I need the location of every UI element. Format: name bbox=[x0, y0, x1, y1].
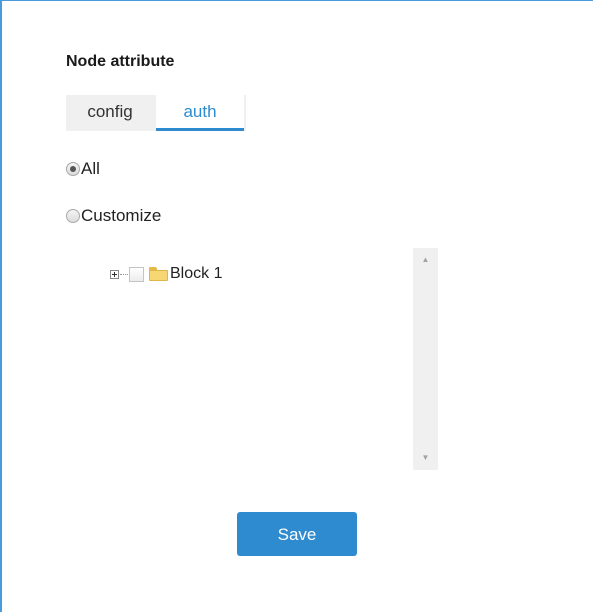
radio-customize[interactable]: Customize bbox=[66, 206, 161, 226]
radio-all[interactable]: All bbox=[66, 159, 100, 179]
panel-title: Node attribute bbox=[66, 53, 175, 70]
tab-bar: config auth bbox=[66, 95, 246, 131]
tree-scrollbar[interactable]: ▲ ▼ bbox=[413, 248, 438, 470]
folder-icon bbox=[149, 267, 168, 281]
node-attribute-panel: Node attribute config auth All Customize… bbox=[0, 0, 593, 612]
radio-all-label: All bbox=[81, 159, 100, 178]
tab-config[interactable]: config bbox=[66, 95, 154, 131]
radio-customize-button[interactable] bbox=[66, 209, 80, 223]
tree-connector-line bbox=[120, 273, 128, 275]
scroll-up-arrow-icon[interactable]: ▲ bbox=[413, 250, 438, 270]
save-button[interactable]: Save bbox=[237, 512, 357, 556]
radio-all-button[interactable] bbox=[66, 162, 80, 176]
tree-node-label[interactable]: Block 1 bbox=[170, 265, 222, 283]
scroll-down-arrow-icon[interactable]: ▼ bbox=[413, 448, 438, 468]
radio-customize-label: Customize bbox=[81, 206, 162, 225]
node-tree: Block 1 bbox=[98, 248, 438, 470]
tree-node-checkbox[interactable] bbox=[129, 266, 144, 282]
tab-auth[interactable]: auth bbox=[156, 95, 244, 131]
expand-plus-icon[interactable] bbox=[110, 269, 119, 279]
tree-node: Block 1 bbox=[110, 265, 222, 283]
